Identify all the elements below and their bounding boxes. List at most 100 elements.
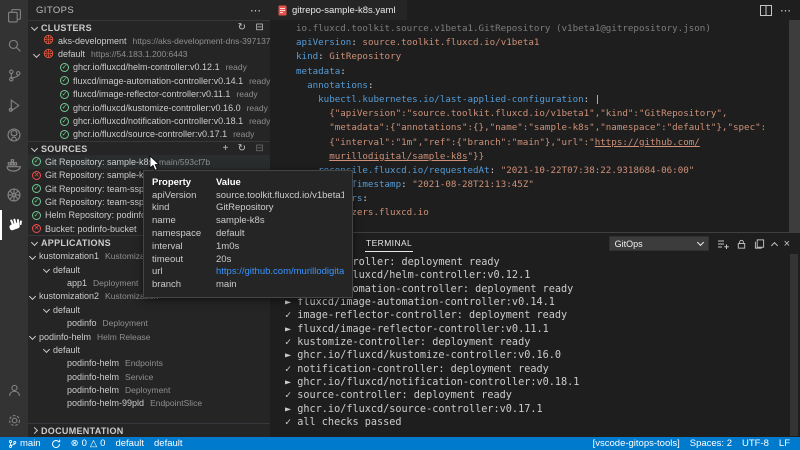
source-control-icon[interactable]: [0, 60, 28, 90]
close-panel-icon[interactable]: ×: [784, 239, 790, 249]
tooltip-property: apiVersion: [152, 190, 216, 201]
code-line: kubectl.kubernetes.io/last-applied-confi…: [296, 94, 766, 108]
chevron-down-icon: [31, 239, 38, 246]
cluster-tree-item[interactable]: ✓fluxcd/image-automation-controller:v0.1…: [28, 74, 270, 87]
chevron-down-icon: [31, 24, 38, 31]
sidebar-more-actions-icon[interactable]: ⋯: [250, 4, 262, 17]
maximize-panel-icon[interactable]: [771, 241, 778, 248]
indentation-status-item[interactable]: Spaces: 2: [690, 438, 732, 449]
clusters-header-label: CLUSTERS: [41, 23, 92, 33]
files-icon[interactable]: [0, 0, 28, 30]
check-circle-icon: ✓: [60, 63, 69, 72]
chevron-right-icon: [31, 427, 38, 434]
applications-header-label: APPLICATIONS: [41, 238, 111, 248]
application-tree-item[interactable]: podinfo-helm-99pld EndpointSlice: [28, 397, 270, 410]
warning-count: 0: [100, 438, 105, 449]
encoding-status-item[interactable]: UTF-8: [742, 438, 769, 449]
cluster-tree-item[interactable]: ✓ghcr.io/fluxcd/helm-controller:v0.12.1r…: [28, 61, 270, 74]
tree-item-description: https://54.183.1.200:6443: [91, 49, 187, 59]
sources-header-label: SOURCES: [41, 144, 88, 154]
tree-item-description: ready: [249, 116, 270, 126]
chevron-down-icon: [43, 306, 50, 313]
tree-item-description: Deployment: [125, 385, 170, 395]
problems-status-item[interactable]: ⊗ 0 △ 0: [71, 438, 106, 449]
docker-icon[interactable]: [0, 150, 28, 180]
sources-section-header[interactable]: SOURCES + ↻ ⊟: [28, 141, 270, 155]
chevron-down-icon: [31, 145, 38, 152]
application-tree-item[interactable]: podinfo-helmService: [28, 370, 270, 383]
tree-item-description: EndpointSlice: [150, 398, 202, 408]
tree-item-label: default: [53, 265, 80, 275]
gitops-icon[interactable]: [0, 210, 28, 240]
collapse-all-icon[interactable]: ⊟: [255, 144, 264, 154]
tab-terminal[interactable]: TERMINAL: [365, 235, 413, 252]
refresh-icon[interactable]: ↻: [238, 23, 247, 33]
github-icon[interactable]: [0, 120, 28, 150]
check-circle-icon: ✓: [32, 197, 41, 206]
check-circle-icon: ✓: [32, 184, 41, 193]
add-icon[interactable]: +: [222, 144, 228, 154]
code-line: {"apiVersion":"source.toolkit.fluxcd.io/…: [296, 108, 766, 122]
kubernetes-icon[interactable]: [0, 180, 28, 210]
terminal-profile-select[interactable]: GitOps: [609, 236, 709, 251]
tree-item-label: Git Repository: sample-k8s: [45, 157, 153, 167]
code-line: - finalizers.fluxcd.io: [296, 207, 766, 221]
tree-item-label: podinfo-helm: [67, 372, 119, 382]
account-icon[interactable]: [0, 375, 28, 405]
run-debug-icon[interactable]: [0, 90, 28, 120]
search-icon[interactable]: [0, 30, 28, 60]
editor-scrollbar[interactable]: [789, 20, 800, 232]
eol-status-item[interactable]: LF: [779, 438, 790, 449]
yaml-editor-content[interactable]: io.fluxcd.toolkit.source.v1beta1.GitRepo…: [296, 23, 766, 222]
error-circle-icon: ✕: [32, 171, 41, 180]
mouse-cursor: [149, 155, 161, 177]
clusters-section-header[interactable]: CLUSTERS ↻ ⊟: [28, 20, 270, 34]
tree-item-label: podinfo-helm: [67, 385, 119, 395]
cluster-tree-item[interactable]: ✓ghcr.io/fluxcd/notification-controller:…: [28, 114, 270, 127]
settings-gear-icon[interactable]: [0, 405, 28, 435]
new-terminal-icon[interactable]: [717, 238, 729, 250]
collapse-all-icon[interactable]: ⊟: [255, 23, 264, 33]
cluster-tree-item[interactable]: ✓fluxcd/image-reflector-controller:v0.11…: [28, 88, 270, 101]
cluster-tree-item[interactable]: ✓ghcr.io/fluxcd/kustomize-controller:v0.…: [28, 101, 270, 114]
application-tree-item[interactable]: podinfo-helmEndpoints: [28, 357, 270, 370]
application-tree-item[interactable]: podinfo-helm Deployment: [28, 383, 270, 396]
tree-item-description: ready: [233, 129, 254, 139]
tooltip-value: 20s: [216, 254, 344, 265]
documentation-section-header[interactable]: DOCUMENTATION: [28, 423, 270, 437]
terminal-scrollbar[interactable]: [790, 254, 798, 436]
tree-item-label: podinfo-helm: [39, 332, 91, 342]
terminal-line: ► ghcr.io/fluxcd/source-controller:v0.17…: [285, 404, 579, 417]
tree-item-label: Helm Repository: podinfo: [45, 210, 146, 220]
lock-icon[interactable]: [736, 238, 747, 250]
cluster-tree-item[interactable]: ✓ghcr.io/fluxcd/source-controller:v0.17.…: [28, 128, 270, 141]
tooltip-row: namespacedefault: [152, 227, 344, 240]
cluster-tree-item[interactable]: aks-developmenthttps://aks-development-d…: [28, 34, 270, 47]
extension-status-item[interactable]: [vscode-gitops-tools]: [593, 438, 680, 449]
tooltip-row: namesample-k8s: [152, 214, 344, 227]
tooltip-row: branchmain: [152, 278, 344, 291]
cluster-icon: [43, 34, 54, 47]
tree-item-label: podinfo-helm-99pld: [67, 398, 144, 408]
vscode-window: GITOPS ⋯ CLUSTERS ↻ ⊟ aks-developmenthtt…: [0, 0, 800, 450]
application-tree-item[interactable]: podinfo-helmHelm Release: [28, 330, 270, 343]
terminal-line: ✓ source-controller: deployment ready: [285, 390, 579, 403]
tooltip-property: branch: [152, 279, 216, 290]
sync-status-item[interactable]: [51, 439, 61, 449]
application-tree-item[interactable]: podinfoDeployment: [28, 316, 270, 329]
editor-tab[interactable]: gitrepo-sample-k8s.yaml: [270, 0, 407, 20]
tree-item-label: aks-development: [58, 36, 127, 46]
application-tree-item[interactable]: default: [28, 343, 270, 356]
cluster-tree-item[interactable]: defaulthttps://54.183.1.200:6443: [28, 47, 270, 60]
cluster-icon: [43, 48, 54, 61]
kube-namespace-status-item[interactable]: default: [154, 438, 183, 449]
branch-status-item[interactable]: main: [8, 438, 41, 449]
copy-icon[interactable]: [754, 238, 765, 250]
tooltip-value-link[interactable]: https://github.com/murillodigital/sample…: [216, 266, 344, 277]
split-editor-icon[interactable]: [760, 5, 772, 16]
code-line: apiVersion: source.toolkit.fluxcd.io/v1b…: [296, 37, 766, 51]
application-tree-item[interactable]: default: [28, 303, 270, 316]
kube-context-status-item[interactable]: default: [115, 438, 144, 449]
editor-more-actions-icon[interactable]: ⋯: [780, 4, 792, 17]
refresh-icon[interactable]: ↻: [238, 144, 247, 154]
